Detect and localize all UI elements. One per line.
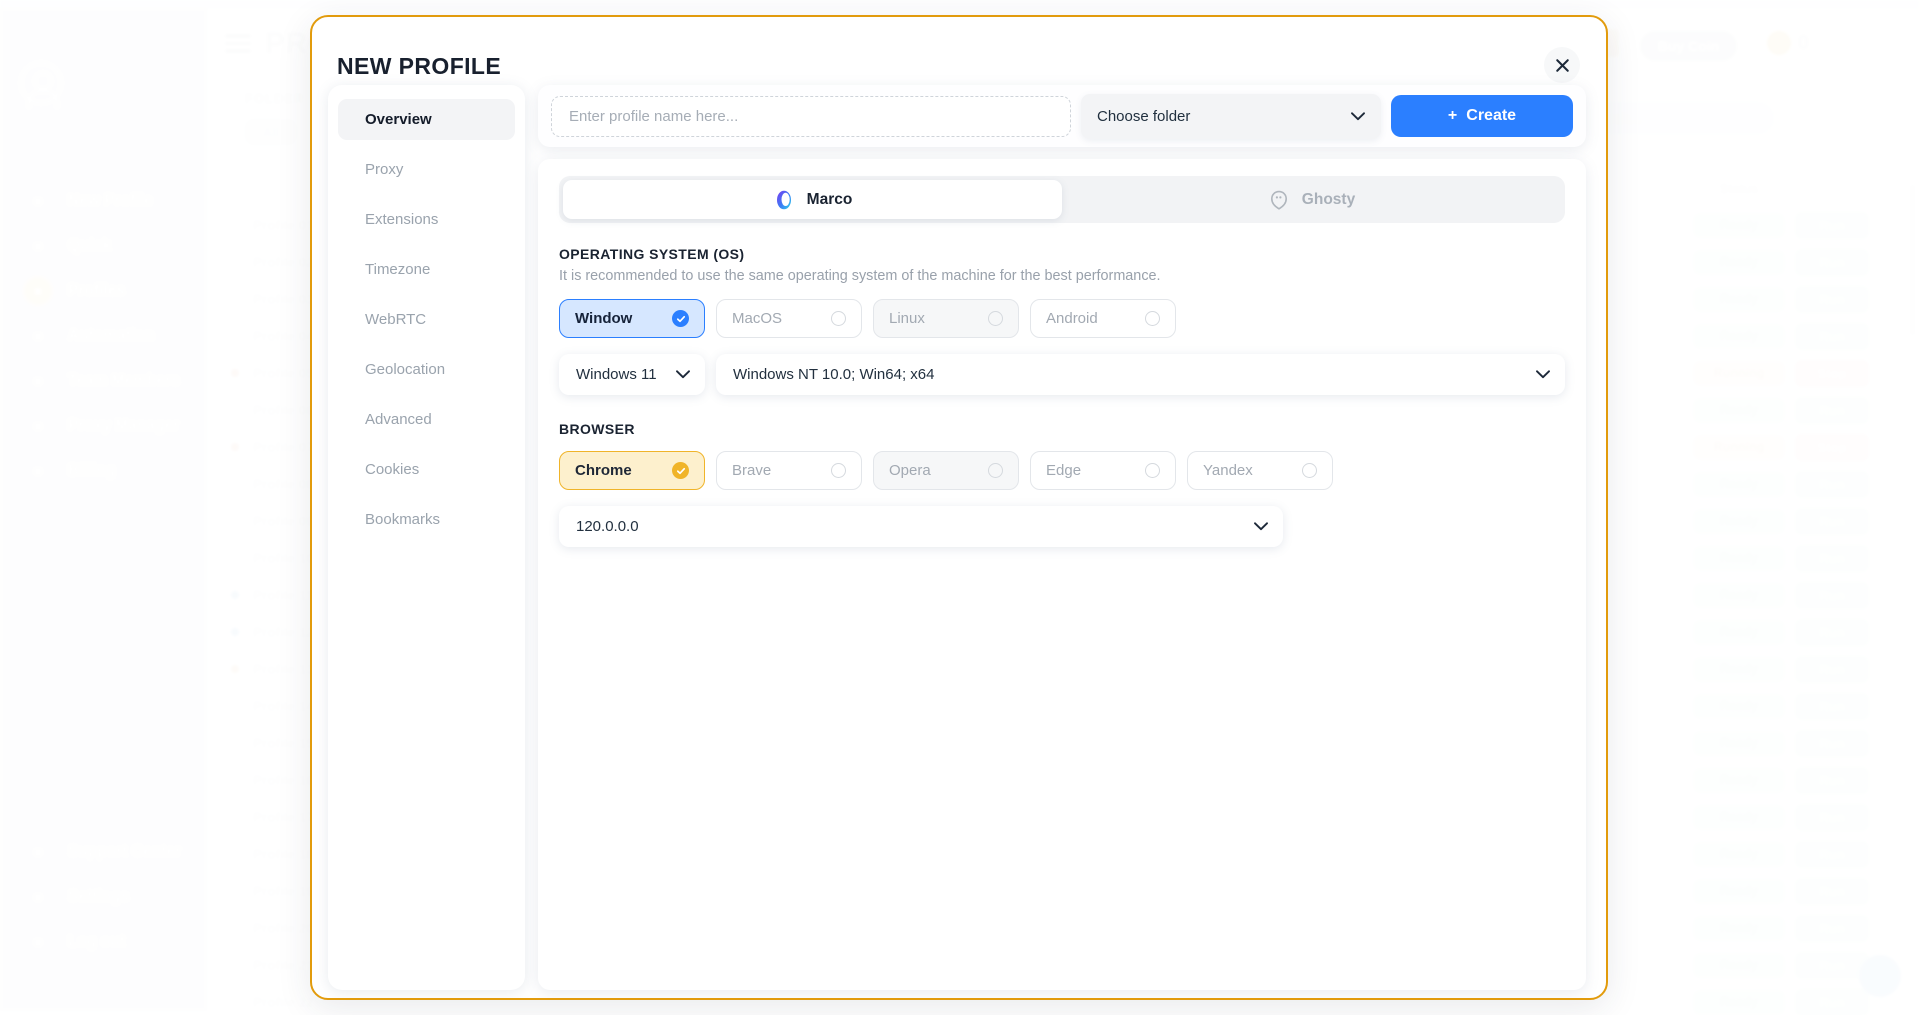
os-version-value: Windows 11 (576, 366, 657, 383)
modal-sidebar-item-timezone[interactable]: Timezone (338, 249, 515, 290)
os-option-android[interactable]: Android (1030, 299, 1176, 338)
os-option-macos[interactable]: MacOS (716, 299, 862, 338)
browser-section-title: BROWSER (559, 421, 1565, 437)
profile-name-input[interactable] (551, 96, 1071, 137)
modal-toolbar: Choose folder + Create (538, 85, 1586, 147)
modal-title: NEW PROFILE (337, 53, 501, 80)
browser-options: Chrome Brave Opera Edge Yandex (559, 451, 1565, 490)
modal-sidebar-item-label: Advanced (365, 411, 432, 428)
modal-sidebar-item-bookmarks[interactable]: Bookmarks (338, 499, 515, 540)
modal-sidebar-item-overview[interactable]: Overview (338, 99, 515, 140)
modal-sidebar-item-geolocation[interactable]: Geolocation (338, 349, 515, 390)
modal-sidebar-item-label: Extensions (365, 211, 438, 228)
browser-option-edge[interactable]: Edge (1030, 451, 1176, 490)
modal-sidebar-item-label: Proxy (365, 161, 403, 178)
os-section-title: OPERATING SYSTEM (OS) (559, 246, 1565, 262)
option-label: Chrome (575, 462, 632, 479)
os-options: Window MacOS Linux Android (559, 299, 1565, 338)
modal-sidebar-item-label: WebRTC (365, 311, 426, 328)
radio-icon (831, 311, 846, 326)
option-label: Yandex (1203, 462, 1253, 479)
create-button[interactable]: + Create (1391, 95, 1573, 137)
chevron-down-icon (676, 370, 690, 379)
browser-option-yandex[interactable]: Yandex (1187, 451, 1333, 490)
radio-icon (988, 463, 1003, 478)
radio-icon (831, 463, 846, 478)
engine-tabs: Marco Ghosty (559, 176, 1565, 223)
browser-version-select[interactable]: 120.0.0.0 (559, 506, 1283, 547)
tab-ghosty[interactable]: Ghosty (1062, 180, 1561, 219)
radio-icon (1302, 463, 1317, 478)
user-agent-value: Windows NT 10.0; Win64; x64 (733, 366, 934, 383)
chevron-down-icon (1351, 112, 1365, 121)
browser-option-chrome[interactable]: Chrome (559, 451, 705, 490)
marco-logo-icon (773, 189, 795, 211)
tab-label: Ghosty (1302, 191, 1355, 209)
os-version-select[interactable]: Windows 11 (559, 354, 705, 395)
plus-icon: + (1448, 107, 1457, 125)
browser-option-brave[interactable]: Brave (716, 451, 862, 490)
option-label: Brave (732, 462, 771, 479)
modal-body: Marco Ghosty OPERATING SYSTEM (OS) It is … (538, 159, 1586, 990)
option-label: Window (575, 310, 632, 327)
os-option-window[interactable]: Window (559, 299, 705, 338)
app-root: ■New Profile■Quick■Profiles■Automation■T… (0, 0, 1919, 1015)
os-selects: Windows 11 Windows NT 10.0; Win64; x64 (559, 354, 1565, 395)
modal-sidebar-item-proxy[interactable]: Proxy (338, 149, 515, 190)
os-section-subtitle: It is recommended to use the same operat… (559, 268, 1565, 284)
radio-icon (1145, 311, 1160, 326)
modal-sidebar-item-cookies[interactable]: Cookies (338, 449, 515, 490)
check-icon (672, 310, 689, 327)
modal-sidebar-item-label: Cookies (365, 461, 419, 478)
option-label: Linux (889, 310, 925, 327)
chevron-down-icon (1536, 370, 1550, 379)
option-label: Opera (889, 462, 931, 479)
folder-select-value: Choose folder (1097, 108, 1190, 125)
modal-sidebar: Overview Proxy Extensions Timezone WebRTC Geo… (328, 85, 525, 990)
radio-icon (988, 311, 1003, 326)
check-icon (672, 462, 689, 479)
modal-sidebar-item-label: Bookmarks (365, 511, 440, 528)
user-agent-select[interactable]: Windows NT 10.0; Win64; x64 (716, 354, 1565, 395)
folder-select[interactable]: Choose folder (1081, 94, 1381, 139)
tab-label: Marco (807, 191, 853, 209)
browser-version-row: 120.0.0.0 (559, 506, 1565, 547)
close-icon[interactable] (1544, 47, 1580, 83)
create-button-label: Create (1466, 107, 1516, 125)
option-label: Edge (1046, 462, 1081, 479)
modal-sidebar-item-label: Geolocation (365, 361, 445, 378)
modal-sidebar-item-webrtc[interactable]: WebRTC (338, 299, 515, 340)
chevron-down-icon (1254, 522, 1268, 531)
modal-sidebar-item-advanced[interactable]: Advanced (338, 399, 515, 440)
radio-icon (1145, 463, 1160, 478)
modal-sidebar-item-label: Timezone (365, 261, 430, 278)
os-option-linux[interactable]: Linux (873, 299, 1019, 338)
new-profile-modal: NEW PROFILE Overview Proxy Extensions Timez… (310, 15, 1608, 1000)
browser-version-value: 120.0.0.0 (576, 518, 639, 535)
modal-sidebar-item-extensions[interactable]: Extensions (338, 199, 515, 240)
browser-option-opera[interactable]: Opera (873, 451, 1019, 490)
option-label: MacOS (732, 310, 782, 327)
modal-sidebar-item-label: Overview (365, 111, 432, 128)
ghosty-logo-icon (1268, 189, 1290, 211)
tab-marco[interactable]: Marco (563, 180, 1062, 219)
option-label: Android (1046, 310, 1098, 327)
